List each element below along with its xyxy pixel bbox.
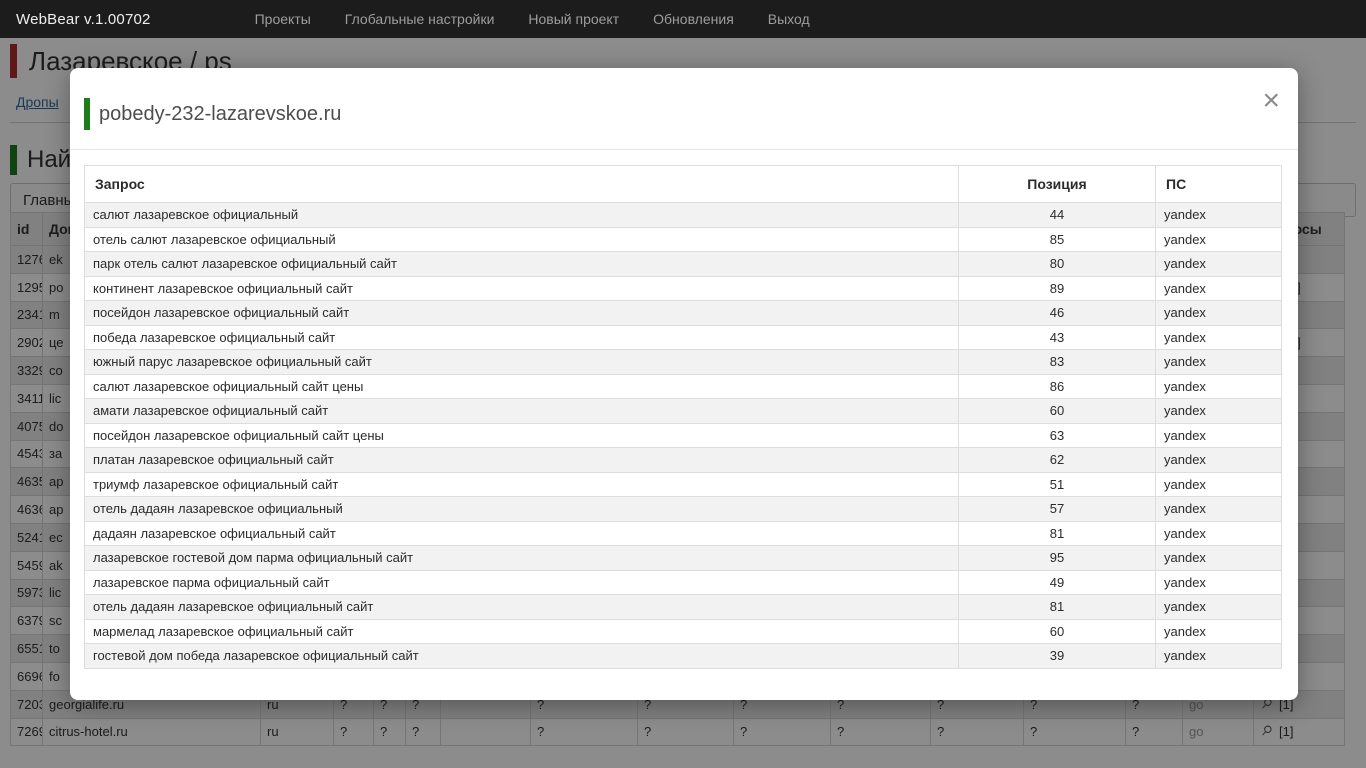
positions-table-row: мармелад лазаревское официальный сайт60y…: [85, 619, 1282, 644]
engine-cell: yandex: [1156, 374, 1282, 399]
engine-cell: yandex: [1156, 399, 1282, 424]
query-cell: посейдон лазаревское официальный сайт: [85, 301, 959, 326]
engine-cell: yandex: [1156, 497, 1282, 522]
query-cell: платан лазаревское официальный сайт: [85, 448, 959, 473]
position-cell: 83: [959, 350, 1156, 375]
drop-positions-modal: pobedy-232-lazarevskoe.ru × ЗапросПозици…: [70, 68, 1298, 700]
query-cell: отель салют лазаревское официальный: [85, 227, 959, 252]
nav-menu: Проекты Глобальные настройки Новый проект О…: [255, 11, 810, 27]
positions-table-row: отель дадаян лазаревское официальный57ya…: [85, 497, 1282, 522]
engine-cell: yandex: [1156, 350, 1282, 375]
query-cell: парк отель салют лазаревское официальный…: [85, 252, 959, 277]
positions-table-row: гостевой дом победа лазаревское официаль…: [85, 644, 1282, 669]
position-cell: 63: [959, 423, 1156, 448]
positions-table-row: отель дадаян лазаревское официальный сай…: [85, 595, 1282, 620]
positions-table-row: лазаревское гостевой дом парма официальн…: [85, 546, 1282, 571]
engine-cell: yandex: [1156, 448, 1282, 473]
position-cell: 85: [959, 227, 1156, 252]
query-cell: лазаревское парма официальный сайт: [85, 570, 959, 595]
nav-menu-item-4[interactable]: Выход: [768, 11, 810, 27]
engine-cell: yandex: [1156, 203, 1282, 228]
nav-menu-item-1[interactable]: Глобальные настройки: [345, 11, 495, 27]
modal-title: pobedy-232-lazarevskoe.ru: [84, 98, 341, 130]
query-cell: дадаян лазаревское официальный сайт: [85, 521, 959, 546]
positions-table-row: победа лазаревское официальный сайт43yan…: [85, 325, 1282, 350]
engine-cell: yandex: [1156, 276, 1282, 301]
engine-cell: yandex: [1156, 472, 1282, 497]
query-cell: салют лазаревское официальный: [85, 203, 959, 228]
position-cell: 43: [959, 325, 1156, 350]
engine-cell: yandex: [1156, 595, 1282, 620]
position-cell: 81: [959, 595, 1156, 620]
positions-table-header-row: ЗапросПозицияПС: [85, 166, 1282, 203]
query-cell: салют лазаревское официальный сайт цены: [85, 374, 959, 399]
query-cell: победа лазаревское официальный сайт: [85, 325, 959, 350]
query-cell: отель дадаян лазаревское официальный: [85, 497, 959, 522]
top-navbar: WebBear v.1.00702 Проекты Глобальные наст…: [0, 0, 1366, 38]
positions-table-row: парк отель салют лазаревское официальный…: [85, 252, 1282, 277]
engine-cell: yandex: [1156, 644, 1282, 669]
position-cell: 95: [959, 546, 1156, 571]
position-cell: 89: [959, 276, 1156, 301]
positions-table-row: континент лазаревское официальный сайт89…: [85, 276, 1282, 301]
positions-table-row: южный парус лазаревское официальный сайт…: [85, 350, 1282, 375]
positions-table-row: салют лазаревское официальный44yandex: [85, 203, 1282, 228]
position-cell: 62: [959, 448, 1156, 473]
engine-cell: yandex: [1156, 252, 1282, 277]
position-cell: 86: [959, 374, 1156, 399]
query-cell: гостевой дом победа лазаревское официаль…: [85, 644, 959, 669]
engine-cell: yandex: [1156, 301, 1282, 326]
query-cell: посейдон лазаревское официальный сайт це…: [85, 423, 959, 448]
engine-cell: yandex: [1156, 546, 1282, 571]
positions-table-row: триумф лазаревское официальный сайт51yan…: [85, 472, 1282, 497]
positions-table-row: платан лазаревское официальный сайт62yan…: [85, 448, 1282, 473]
query-cell: лазаревское гостевой дом парма официальн…: [85, 546, 959, 571]
position-cell: 60: [959, 399, 1156, 424]
close-icon[interactable]: ×: [1262, 86, 1280, 116]
nav-menu-item-0[interactable]: Проекты: [255, 11, 311, 27]
position-cell: 46: [959, 301, 1156, 326]
query-cell: мармелад лазаревское официальный сайт: [85, 619, 959, 644]
engine-cell: yandex: [1156, 619, 1282, 644]
query-cell: южный парус лазаревское официальный сайт: [85, 350, 959, 375]
position-cell: 44: [959, 203, 1156, 228]
modal-header: pobedy-232-lazarevskoe.ru ×: [70, 68, 1298, 150]
engine-cell: yandex: [1156, 423, 1282, 448]
positions-table-row: салют лазаревское официальный сайт цены8…: [85, 374, 1282, 399]
app-brand: WebBear v.1.00702: [16, 11, 151, 28]
nav-menu-item-2[interactable]: Новый проект: [528, 11, 619, 27]
positions-table-row: посейдон лазаревское официальный сайт46y…: [85, 301, 1282, 326]
positions-table-row: отель салют лазаревское официальный85yan…: [85, 227, 1282, 252]
positions-table-row: дадаян лазаревское официальный сайт81yan…: [85, 521, 1282, 546]
position-cell: 60: [959, 619, 1156, 644]
engine-cell: yandex: [1156, 325, 1282, 350]
query-cell: триумф лазаревское официальный сайт: [85, 472, 959, 497]
positions-table-row: лазаревское парма официальный сайт49yand…: [85, 570, 1282, 595]
positions-table-row: посейдон лазаревское официальный сайт це…: [85, 423, 1282, 448]
position-cell: 49: [959, 570, 1156, 595]
engine-cell: yandex: [1156, 570, 1282, 595]
position-cell: 39: [959, 644, 1156, 669]
engine-cell: yandex: [1156, 227, 1282, 252]
positions-table: ЗапросПозицияПС салют лазаревское официа…: [84, 165, 1282, 669]
position-cell: 51: [959, 472, 1156, 497]
query-cell: континент лазаревское официальный сайт: [85, 276, 959, 301]
positions-col-header-2: ПС: [1156, 166, 1282, 203]
query-cell: отель дадаян лазаревское официальный сай…: [85, 595, 959, 620]
positions-col-header-1: Позиция: [959, 166, 1156, 203]
query-cell: амати лазаревское официальный сайт: [85, 399, 959, 424]
position-cell: 57: [959, 497, 1156, 522]
positions-col-header-0: Запрос: [85, 166, 959, 203]
positions-table-row: амати лазаревское официальный сайт60yand…: [85, 399, 1282, 424]
position-cell: 81: [959, 521, 1156, 546]
position-cell: 80: [959, 252, 1156, 277]
engine-cell: yandex: [1156, 521, 1282, 546]
nav-menu-item-3[interactable]: Обновления: [653, 11, 734, 27]
